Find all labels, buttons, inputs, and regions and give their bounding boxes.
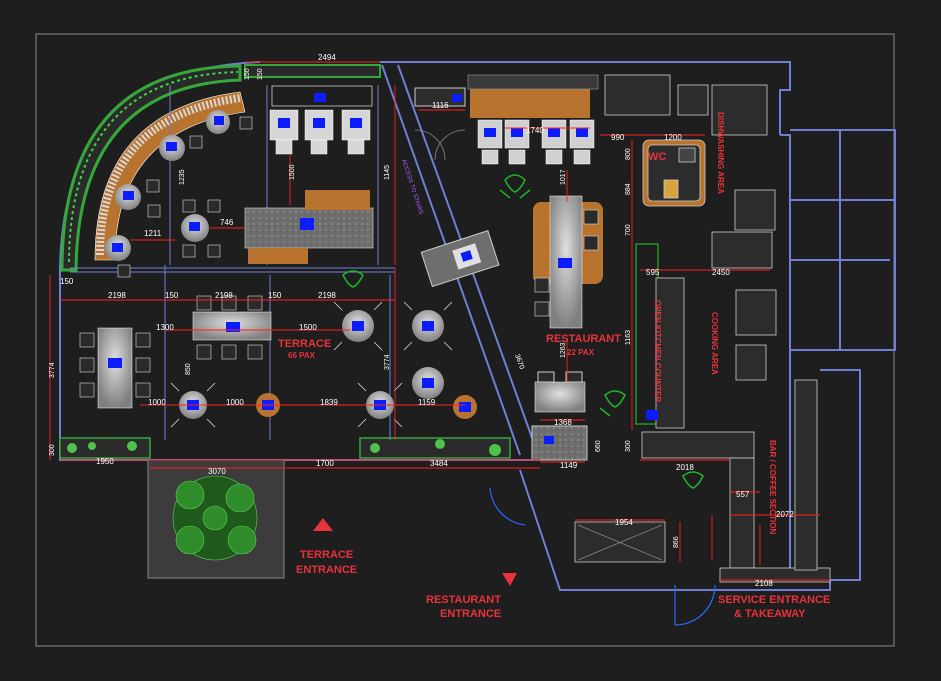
- label-bar: BAR / COFFEE SECTION: [768, 440, 777, 534]
- label-terrace-pax: 66 PAX: [288, 351, 316, 360]
- dim-3070: 3070: [208, 467, 226, 476]
- label-restaurant-entrance-1: RESTAURANT: [426, 594, 501, 606]
- dim-1017: 1017: [560, 169, 567, 185]
- dim-1368: 1368: [554, 418, 572, 427]
- dim-150a: 150: [244, 68, 251, 80]
- dim-1300: 1300: [156, 323, 174, 332]
- dim-150e: 150: [268, 291, 282, 300]
- dim-300: 300: [49, 444, 56, 456]
- dim-660: 660: [595, 440, 602, 452]
- dim-1000a: 1000: [148, 398, 166, 407]
- dim-2450: 2450: [712, 268, 730, 277]
- dim-1235: 1235: [179, 169, 186, 185]
- dim-866: 866: [673, 536, 680, 548]
- kitchen-area: [574, 74, 831, 583]
- label-restaurant: RESTAURANT: [546, 333, 621, 345]
- label-open-kitchen: OPEN KITCHEN COUNTER: [653, 300, 662, 402]
- dim-2198c: 2198: [318, 291, 336, 300]
- dim-700: 700: [625, 224, 632, 236]
- dim-3484: 3484: [430, 459, 448, 468]
- label-terrace: TERRACE: [278, 338, 331, 350]
- dim-1740: 1740: [526, 126, 544, 135]
- label-dishwashing: DISHWASHING AREA: [716, 112, 725, 194]
- dim-2108: 2108: [755, 579, 773, 588]
- dim-1950: 1950: [96, 457, 114, 466]
- dim-1954: 1954: [615, 518, 633, 527]
- dim-1149: 1149: [560, 461, 578, 470]
- terrace-entrance-arrow: [313, 518, 333, 531]
- dim-300b: 300: [625, 440, 632, 452]
- dim-1500: 1500: [299, 323, 317, 332]
- dim-3774a: 3774: [49, 362, 56, 378]
- dim-1159: 1159: [418, 398, 436, 407]
- label-wc: WC: [648, 151, 666, 163]
- dim-800: 800: [625, 148, 632, 160]
- label-terrace-entrance-2: ENTRANCE: [296, 564, 357, 576]
- restaurant-furniture: [414, 74, 603, 461]
- dim-1145: 1145: [384, 165, 391, 180]
- dim-990: 990: [611, 133, 625, 142]
- floor-plan-drawing: 2494 150 150 150 2198 150 2198 150 2198 …: [35, 33, 896, 647]
- dim-1839: 1839: [320, 398, 338, 407]
- dim-2494: 2494: [318, 53, 336, 62]
- dim-3774b: 3774: [384, 354, 391, 370]
- dim-2198b: 2198: [215, 291, 233, 300]
- dim-850: 850: [185, 363, 192, 375]
- label-service-1: SERVICE ENTRANCE: [718, 594, 830, 606]
- restaurant-entrance-arrow: [502, 573, 517, 586]
- label-terrace-entrance-1: TERRACE: [300, 549, 353, 561]
- dim-1200: 1200: [664, 133, 682, 142]
- label-access: ACCESS TO STAIRS: [400, 159, 423, 215]
- top-planter: [244, 64, 381, 78]
- dim-3670: 3670: [513, 353, 525, 370]
- label-service-2: & TAKEAWAY: [734, 608, 806, 620]
- dim-1211: 1211: [144, 229, 162, 238]
- dim-2018: 2018: [676, 463, 694, 472]
- dim-2198a: 2198: [108, 291, 126, 300]
- dim-1163: 1163: [625, 330, 632, 345]
- tree-icon: [172, 475, 258, 561]
- dim-150c: 150: [60, 277, 74, 286]
- dim-1116: 1116: [432, 101, 449, 110]
- label-cooking: COOKING AREA: [710, 312, 719, 375]
- dim-595: 595: [646, 268, 660, 277]
- dim-1500v: 1500: [289, 164, 296, 180]
- dim-884: 884: [625, 183, 632, 195]
- dim-1700: 1700: [316, 459, 334, 468]
- dim-2072: 2072: [776, 510, 794, 519]
- dim-557: 557: [736, 490, 750, 499]
- label-restaurant-pax: 22 PAX: [567, 348, 595, 357]
- dim-150b: 150: [257, 68, 264, 80]
- dim-746: 746: [220, 218, 234, 227]
- dim-1000b: 1000: [226, 398, 244, 407]
- dim-150d: 150: [165, 291, 179, 300]
- label-restaurant-entrance-2: ENTRANCE: [440, 608, 501, 620]
